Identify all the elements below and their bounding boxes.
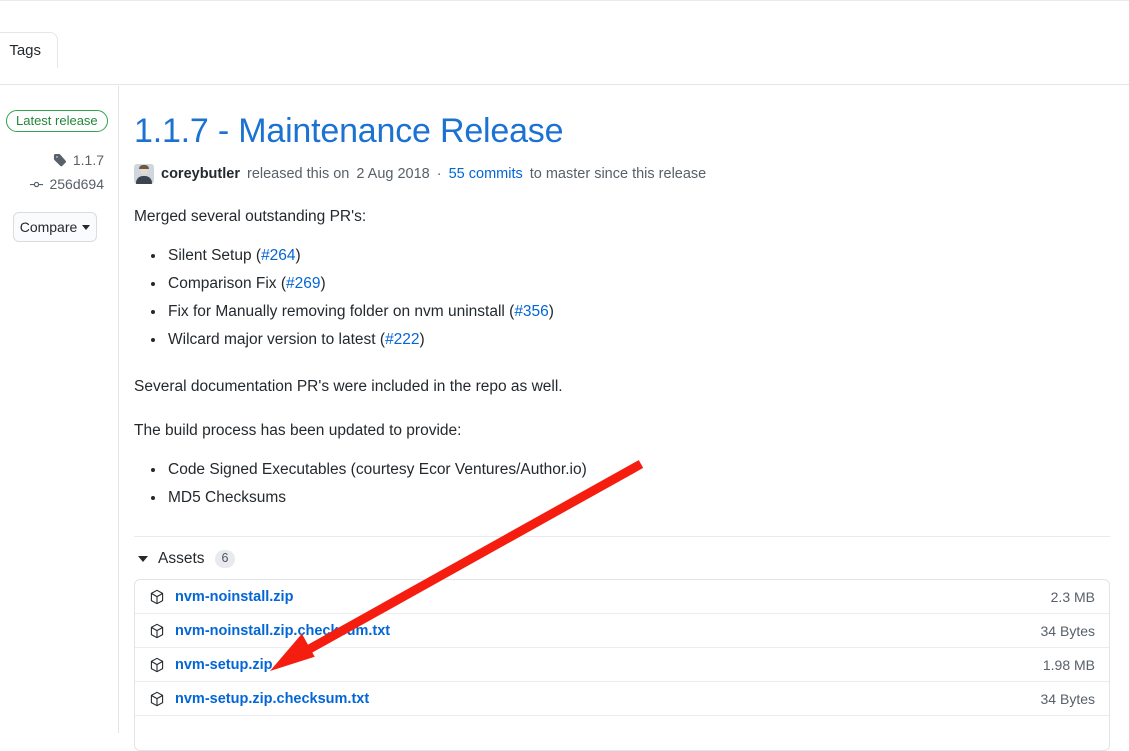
- release-commit[interactable]: 256d694: [0, 176, 118, 192]
- pr-ref-link[interactable]: #269: [286, 275, 320, 292]
- build-paragraph: The build process has been updated to pr…: [134, 422, 462, 439]
- release-title[interactable]: 1.1.7 - Maintenance Release: [134, 86, 1110, 152]
- asset-left: nvm-noinstall.zip.checksum.txt: [149, 623, 390, 639]
- release-page: Latest release 1.1.7 256d694 Compare 1.1…: [0, 86, 1129, 751]
- pr-ref-link[interactable]: #356: [514, 303, 548, 320]
- docs-paragraph: Several documentation PR's were included…: [134, 378, 563, 395]
- release-main: 1.1.7 - Maintenance Release coreybutler …: [134, 86, 1110, 751]
- status-badge-latest-release[interactable]: Latest release: [6, 110, 108, 132]
- avatar-body: [136, 176, 152, 184]
- tab-bar-top-rule: [0, 0, 1129, 1]
- release-tag[interactable]: 1.1.7: [0, 152, 118, 168]
- release-sidebar: Latest release 1.1.7 256d694 Compare: [0, 86, 118, 733]
- list-item: Fix for Manually removing folder on nvm …: [166, 298, 1110, 326]
- assets-divider: [134, 536, 1110, 537]
- released-prefix: released this on: [246, 166, 350, 182]
- package-icon: [149, 623, 165, 639]
- asset-name-link[interactable]: nvm-setup.zip: [175, 657, 272, 673]
- list-item: Silent Setup (#264): [166, 242, 1110, 270]
- asset-name-link[interactable]: nvm-setup.zip.checksum.txt: [175, 691, 369, 707]
- build-list: Code Signed Executables (courtesy Ecor V…: [134, 456, 1110, 512]
- release-tag-value: 1.1.7: [72, 152, 104, 168]
- pr-text: Wilcard major version to latest: [168, 331, 376, 348]
- sidebar-divider: [118, 86, 119, 733]
- tab-bar: Tags: [0, 0, 1129, 85]
- list-item: MD5 Checksums: [166, 484, 1110, 512]
- assets-table: nvm-noinstall.zip 2.3 MB nvm-noinstall.z…: [134, 579, 1110, 751]
- pr-ref-link[interactable]: #264: [261, 247, 295, 264]
- compare-button-label: Compare: [19, 219, 78, 235]
- list-item: Comparison Fix (#269): [166, 270, 1110, 298]
- assets-title: Assets: [158, 550, 205, 567]
- table-row-partial[interactable]: [135, 716, 1109, 750]
- compare-button[interactable]: Compare: [13, 212, 97, 242]
- assets-count-badge: 6: [214, 550, 236, 568]
- pr-ref-link[interactable]: #222: [385, 331, 419, 348]
- asset-size: 2.3 MB: [1050, 588, 1095, 605]
- table-row[interactable]: nvm-noinstall.zip 2.3 MB: [135, 580, 1109, 614]
- asset-name-link[interactable]: nvm-noinstall.zip.checksum.txt: [175, 623, 390, 639]
- avatar-hair: [139, 165, 149, 169]
- pr-text: Silent Setup: [168, 247, 252, 264]
- tab-tags[interactable]: Tags: [0, 32, 58, 68]
- tag-icon: [53, 153, 68, 168]
- asset-size: 34 Bytes: [1040, 622, 1095, 639]
- assets-header[interactable]: Assets 6: [134, 550, 1110, 568]
- latest-release-label: Latest release: [16, 113, 98, 128]
- release-author[interactable]: coreybutler: [161, 164, 240, 184]
- byline-separator: ·: [436, 166, 442, 182]
- intro-paragraph: Merged several outstanding PR's:: [134, 208, 367, 225]
- asset-left: nvm-noinstall.zip: [149, 589, 293, 605]
- pr-list: Silent Setup (#264) Comparison Fix (#269…: [134, 242, 1110, 354]
- asset-left: nvm-setup.zip: [149, 657, 272, 673]
- pr-text: Fix for Manually removing folder on nvm …: [168, 303, 505, 320]
- asset-size: 1.98 MB: [1042, 656, 1095, 673]
- commit-icon: [29, 177, 44, 192]
- chevron-down-icon: [82, 224, 91, 230]
- triangle-down-icon: [138, 556, 148, 562]
- release-commit-value: 256d694: [49, 176, 104, 192]
- commits-suffix: to master since this release: [529, 166, 707, 182]
- pr-text: Comparison Fix: [168, 275, 277, 292]
- tab-tags-label: Tags: [9, 42, 41, 59]
- table-row[interactable]: nvm-noinstall.zip.checksum.txt 34 Bytes: [135, 614, 1109, 648]
- release-date: 2 Aug 2018: [356, 166, 430, 182]
- table-row[interactable]: nvm-setup.zip 1.98 MB: [135, 648, 1109, 682]
- commits-link[interactable]: 55 commits: [449, 164, 523, 184]
- package-icon: [149, 691, 165, 707]
- release-byline: coreybutler released this on 2 Aug 2018 …: [134, 164, 1110, 184]
- list-item: Code Signed Executables (courtesy Ecor V…: [166, 456, 1110, 484]
- asset-name-link[interactable]: nvm-noinstall.zip: [175, 589, 293, 605]
- package-icon: [149, 657, 165, 673]
- asset-size: 34 Bytes: [1040, 690, 1095, 707]
- list-item: Wilcard major version to latest (#222): [166, 326, 1110, 354]
- table-row[interactable]: nvm-setup.zip.checksum.txt 34 Bytes: [135, 682, 1109, 716]
- asset-left: nvm-setup.zip.checksum.txt: [149, 691, 369, 707]
- package-icon: [149, 589, 165, 605]
- avatar[interactable]: [134, 164, 154, 184]
